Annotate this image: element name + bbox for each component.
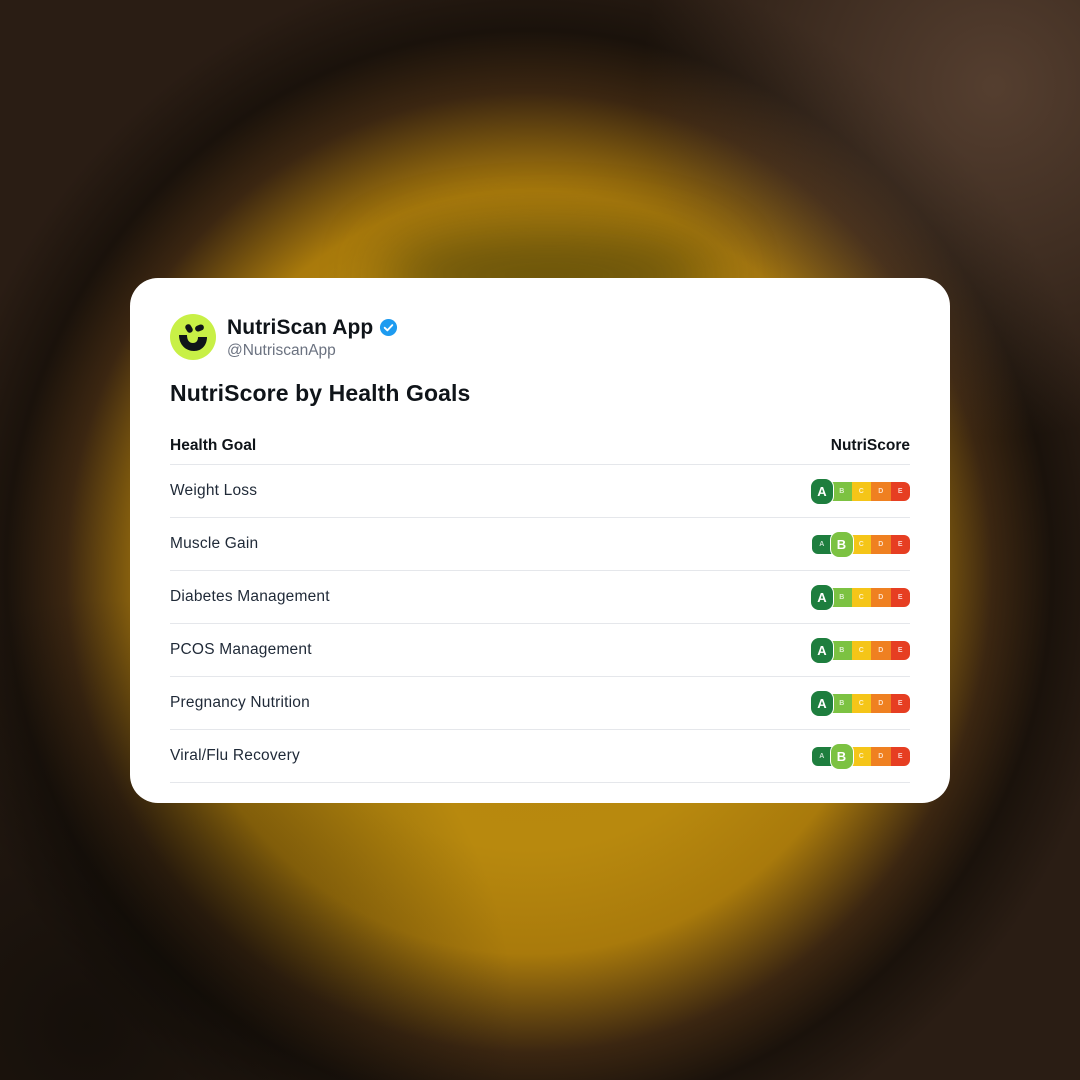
nutriscore-grade-e: E [890,746,910,766]
nutriscore-grade-b: B [832,640,852,660]
table-row: Weight Loss A B C D E [170,465,910,518]
table-row: PCOS Management A B C D E [170,624,910,677]
nutriscore-grade-b: B [832,481,852,501]
nutriscore-grade-c: C [851,640,871,660]
nutriscore-grade-b: B [832,587,852,607]
health-goal-label: Pregnancy Nutrition [170,694,310,711]
health-goal-label: Diabetes Management [170,588,330,605]
nutriscore-grade-b: B [832,693,852,713]
nutriscore-grade-d: D [871,481,891,501]
health-goal-label: Muscle Gain [170,535,259,552]
post-title: NutriScore by Health Goals [170,380,471,406]
table-row: Pregnancy Nutrition A B C D E [170,677,910,730]
nutriscore-grade-c: C [851,746,871,766]
nutriscore-badge: ABCDE [812,530,910,558]
health-goal-label: Weight Loss [170,482,258,499]
verified-badge-icon [379,318,398,337]
nutriscore-badge: ABCDE [810,689,910,717]
column-header-nutriscore: NutriScore [830,436,910,454]
nutriscore-grade-a: A [810,689,834,717]
nutriscore-grade-a: A [812,746,832,766]
nutriscore-grade-a: A [810,477,834,505]
nutriscan-logo-icon [179,324,207,351]
nutriscore-table: Health Goal NutriScore Weight Loss A B C D E M… [170,427,910,783]
table-body: Weight Loss A B C D E Muscle Gain A B C D E Diabetes… [170,465,910,783]
health-goal-label: PCOS Management [170,641,312,658]
nutriscore-grade-b: B [829,530,854,558]
nutriscore-grade-d: D [871,640,891,660]
nutriscore-badge: ABCDE [810,636,910,664]
identity: NutriScan App @NutriscanApp [227,315,398,360]
nutriscore-grade-c: C [851,587,871,607]
nutriscore-grade-a: A [810,583,834,611]
nutriscore-badge: ABCDE [812,742,910,770]
nutriscore-grade-e: E [890,640,910,660]
nutriscore-grade-e: E [890,693,910,713]
table-header: Health Goal NutriScore [170,427,910,465]
health-goal-label: Viral/Flu Recovery [170,747,300,764]
nutriscore-grade-c: C [851,534,871,554]
name-row: NutriScan App [227,315,398,341]
nutriscore-grade-d: D [871,534,891,554]
nutriscore-grade-c: C [851,693,871,713]
nutriscore-badge: ABCDE [810,477,910,505]
account-handle[interactable]: @NutriscanApp [227,342,398,360]
nutriscore-grade-e: E [890,481,910,501]
tweet-header: NutriScan App @NutriscanApp [170,314,910,360]
column-header-health-goal: Health Goal [170,436,257,454]
nutriscore-grade-e: E [890,587,910,607]
nutriscore-grade-a: A [810,636,834,664]
nutriscore-grade-c: C [851,481,871,501]
avatar[interactable] [170,314,216,360]
nutriscore-grade-d: D [871,693,891,713]
table-row: Diabetes Management A B C D E [170,571,910,624]
table-row: Muscle Gain A B C D E [170,518,910,571]
nutriscore-grade-a: A [812,534,832,554]
nutriscore-grade-b: B [829,742,854,770]
account-name[interactable]: NutriScan App [227,316,373,340]
nutriscore-grade-d: D [871,746,891,766]
tweet-card: NutriScan App @NutriscanApp NutriScore b… [130,278,950,803]
nutriscore-grade-e: E [890,534,910,554]
table-row: Viral/Flu Recovery A B C D E [170,730,910,783]
nutriscore-grade-d: D [871,587,891,607]
nutriscore-badge: ABCDE [810,583,910,611]
